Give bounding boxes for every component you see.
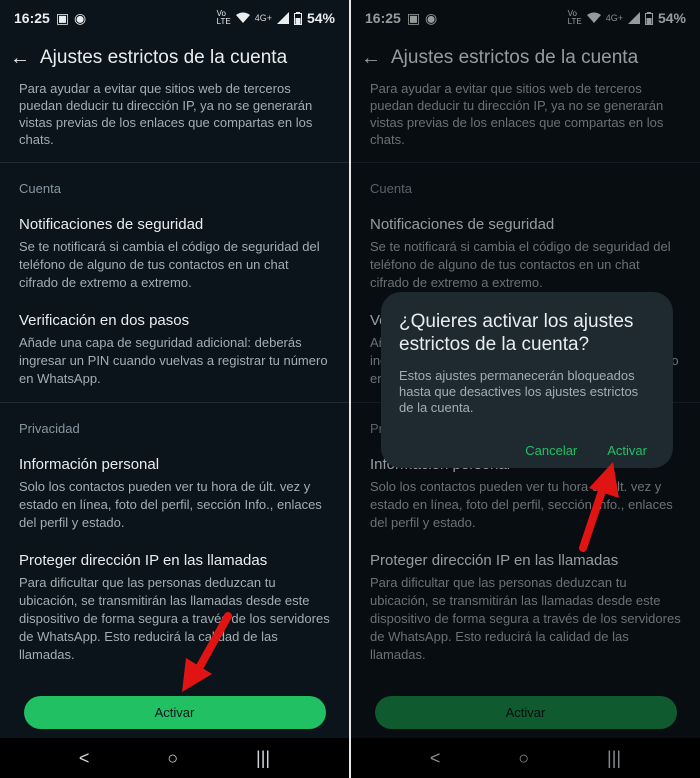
item-description: Solo los contactos pueden ver tu hora de…: [19, 479, 322, 530]
battery-percent: 54%: [306, 10, 335, 26]
item-title: Información personal: [19, 456, 160, 473]
nav-recents-icon[interactable]: |||: [256, 748, 270, 769]
nav-home-icon[interactable]: ○: [167, 748, 178, 769]
dialog-actions: Cancelar Activar: [525, 443, 647, 458]
list-item: Verificación en dos pasos Añade una capa…: [0, 312, 349, 388]
button-bar: Activar: [0, 696, 349, 732]
item-title: Verificación en dos pasos: [19, 312, 190, 329]
status-right: Vo LTE 4G+ 54%: [216, 9, 335, 27]
list-item: Información personal Solo los contactos …: [0, 456, 349, 532]
status-time: 16:25: [14, 10, 50, 26]
activar-button[interactable]: Activar: [23, 696, 326, 729]
item-title: Proteger dirección IP en las llamadas: [19, 552, 268, 569]
section-label-cuenta: Cuenta: [19, 181, 61, 196]
signal-icon: [276, 12, 289, 24]
item-description: Se te notificará si cambia el código de …: [19, 239, 320, 290]
notification-icon: ▣: [55, 9, 70, 26]
confirm-button[interactable]: Activar: [607, 443, 647, 458]
comparison-screens: 16:25 ▣ ◉ Vo LTE 4G+ 54% ← Ajustes estric…: [0, 0, 700, 778]
phone-screen-right: 16:25 ▣ ◉ Vo LTE 4G+ 54% ← Ajustes estric…: [351, 0, 700, 778]
divider: [0, 162, 349, 163]
intro-text: Para ayudar a evitar que sitios web de t…: [19, 81, 313, 147]
list-item: Proteger dirección IP en las llamadas Pa…: [0, 552, 349, 664]
list-item: Notificaciones de seguridad Se te notifi…: [0, 216, 349, 292]
dialog-body: Estos ajustes permanecerán bloqueados ha…: [399, 368, 639, 415]
phone-screen-left: 16:25 ▣ ◉ Vo LTE 4G+ 54% ← Ajustes estric…: [0, 0, 349, 778]
ball-icon: ◉: [74, 9, 87, 26]
section-label-privacidad: Privacidad: [19, 421, 80, 436]
item-description: Para dificultar que las personas deduzca…: [19, 575, 330, 662]
system-nav-bar: < ○ |||: [0, 738, 349, 778]
app-bar: ← Ajustes estrictos de la cuenta: [0, 40, 349, 76]
volte-icon: Vo LTE: [216, 9, 231, 26]
settings-list: Para ayudar a evitar que sitios web de t…: [0, 78, 349, 690]
nav-back-icon[interactable]: <: [79, 748, 90, 769]
battery-icon: [293, 11, 302, 25]
item-description: Añade una capa de seguridad adicional: d…: [19, 335, 328, 386]
back-arrow-icon[interactable]: ←: [0, 47, 40, 70]
dialog-title: ¿Quieres activar los ajustes estrictos d…: [399, 311, 634, 355]
network-type: 4G+: [254, 13, 272, 23]
divider: [0, 402, 349, 403]
status-bar: 16:25 ▣ ◉ Vo LTE 4G+ 54%: [0, 0, 349, 36]
cancel-button[interactable]: Cancelar: [525, 443, 577, 458]
confirm-dialog: ¿Quieres activar los ajustes estrictos d…: [381, 292, 673, 468]
page-title: Ajustes estrictos de la cuenta: [40, 47, 288, 68]
wifi-icon: [235, 12, 250, 23]
item-title: Notificaciones de seguridad: [19, 216, 204, 233]
